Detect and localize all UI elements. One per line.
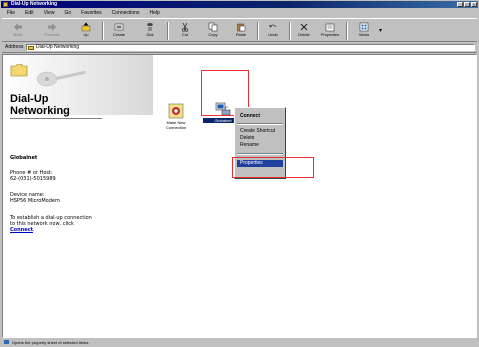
copy-label: Copy	[208, 32, 218, 37]
menu-connections[interactable]: Connections	[107, 9, 145, 17]
toolbar: Back Forward Up Create Dial Cut Copy Pas…	[2, 18, 477, 42]
new-connection-icon	[168, 103, 184, 119]
menu-item-connect[interactable]: Connect	[237, 113, 283, 120]
close-button[interactable]: ×	[471, 2, 477, 7]
annotation-highlight-properties	[232, 157, 314, 178]
status-icon	[4, 340, 9, 344]
web-view-panel: Dial-Up Networking Globalnet Phone # or …	[3, 55, 153, 337]
views-dropdown-icon[interactable]: ▾	[379, 27, 382, 34]
undo-button[interactable]: Undo	[261, 22, 285, 40]
views-button[interactable]: Views	[352, 22, 376, 40]
forward-arrow-icon	[48, 23, 56, 31]
menu-item-rename[interactable]: Rename	[237, 142, 283, 149]
folder-icon	[10, 64, 28, 77]
toolbar-separator	[289, 22, 291, 40]
make-new-connection-item[interactable]: Make New Connection	[156, 103, 196, 130]
menu-go[interactable]: Go	[59, 9, 76, 17]
properties-icon	[325, 23, 335, 32]
window-title: Dial-Up Networking	[11, 1, 58, 7]
menu-favorites[interactable]: Favorites	[76, 9, 107, 17]
up-button[interactable]: Up	[74, 22, 98, 40]
address-value: Dial-Up Networking	[36, 44, 80, 50]
status-text: Opens the property sheet of selected ite…	[12, 340, 90, 345]
toolbar-separator	[346, 22, 348, 40]
up-label: Up	[83, 32, 89, 37]
back-button[interactable]: Back	[6, 22, 30, 40]
toolbar-separator	[102, 22, 104, 40]
views-icon	[359, 22, 369, 32]
menu-item-create-shortcut[interactable]: Create Shortcut	[237, 128, 283, 135]
paste-button[interactable]: Paste	[229, 22, 253, 40]
address-label: Address	[5, 44, 24, 50]
menu-item-delete[interactable]: Delete	[237, 135, 283, 142]
title-bar[interactable]: Dial-Up Networking _ □ ×	[1, 1, 478, 8]
paste-icon	[237, 23, 246, 32]
dial-button[interactable]: Dial	[138, 22, 162, 40]
menu-file[interactable]: File	[2, 9, 20, 17]
menu-separator	[237, 123, 283, 125]
phone-value: 62-(031)-5015989	[10, 176, 56, 182]
menu-help[interactable]: Help	[144, 9, 164, 17]
icon-caption-line2: Connection	[165, 125, 187, 130]
window-controls: _ □ ×	[457, 2, 477, 7]
delete-label: Delete	[298, 32, 310, 37]
paste-label: Paste	[235, 32, 247, 37]
connection-name: Globalnet	[10, 155, 38, 161]
create-button[interactable]: Create	[107, 22, 131, 40]
menu-separator	[237, 153, 283, 155]
back-arrow-icon	[14, 23, 22, 31]
content-area: Dial-Up Networking Globalnet Phone # or …	[2, 54, 477, 338]
undo-label: Undo	[268, 32, 278, 37]
minimize-button[interactable]: _	[457, 2, 463, 7]
create-label: Create	[112, 32, 125, 37]
menu-bar: File Edit View Go Favorites Connections …	[2, 9, 165, 17]
undo-icon	[269, 24, 277, 28]
delete-button[interactable]: Delete	[292, 22, 316, 40]
explorer-window: Dial-Up Networking _ □ × File Edit View …	[0, 0, 479, 347]
folder-icon	[28, 46, 34, 50]
properties-button[interactable]: Properties	[318, 22, 342, 40]
connect-line: Connect.	[10, 227, 35, 233]
copy-icon	[208, 22, 218, 32]
folder-icon	[3, 2, 8, 7]
menu-view[interactable]: View	[39, 9, 60, 17]
scissors-icon	[181, 22, 189, 32]
create-connection-icon	[114, 23, 124, 31]
forward-label: Forward	[44, 32, 60, 37]
divider	[10, 118, 102, 119]
up-folder-icon	[81, 22, 91, 32]
page-title-line2: Networking	[10, 105, 70, 117]
period-text: .	[32, 227, 35, 233]
dial-label: Dial	[146, 32, 154, 37]
forward-button[interactable]: Forward	[40, 22, 64, 40]
connect-link[interactable]: Connect	[10, 227, 33, 233]
address-field[interactable]: Dial-Up Networking	[26, 44, 475, 51]
delete-x-icon	[300, 23, 308, 31]
guitar-watermark-icon	[36, 70, 86, 87]
properties-label: Properties	[320, 32, 340, 37]
menu-edit[interactable]: Edit	[20, 9, 39, 17]
page-title-line1: Dial-Up	[10, 93, 49, 105]
cut-button[interactable]: Cut	[173, 22, 197, 40]
cut-label: Cut	[181, 32, 189, 37]
maximize-button[interactable]: □	[464, 2, 470, 7]
page-title: Dial-Up Networking	[10, 93, 70, 117]
views-label: Views	[358, 32, 370, 37]
status-bar: Opens the property sheet of selected ite…	[2, 339, 477, 346]
back-label: Back	[13, 32, 23, 37]
toolbar-separator	[167, 22, 169, 40]
phone-icon	[147, 23, 153, 31]
toolbar-separator	[257, 22, 259, 40]
device-value: HSP56 MicroModem	[10, 198, 60, 204]
copy-button[interactable]: Copy	[201, 22, 225, 40]
address-bar: Address Dial-Up Networking	[2, 43, 477, 53]
